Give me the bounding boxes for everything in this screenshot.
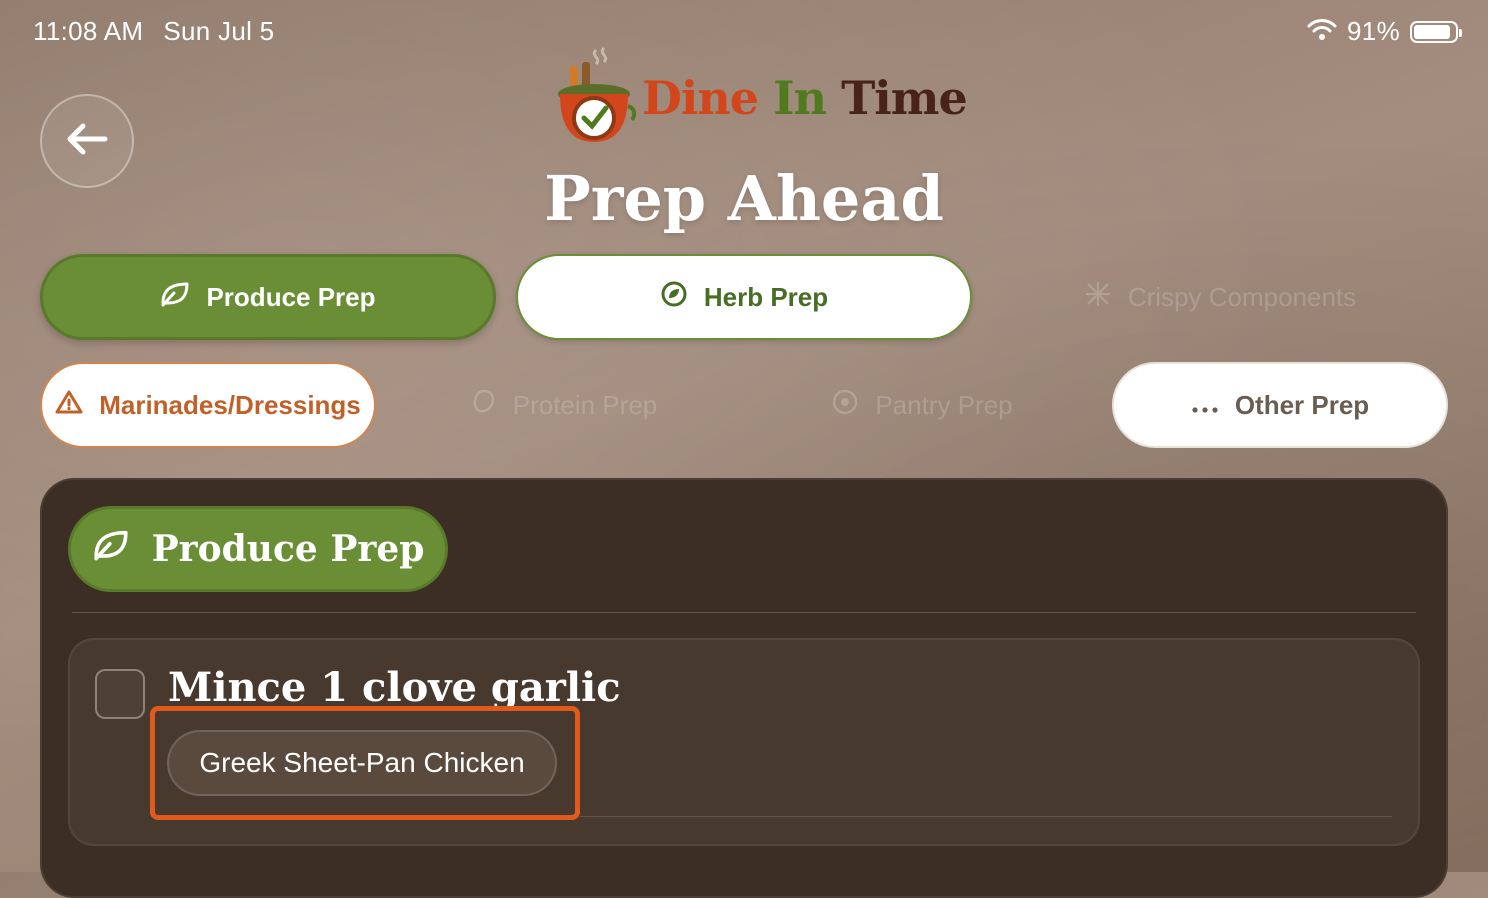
tab-produce-prep[interactable]: Produce Prep: [40, 254, 496, 340]
recipe-tag[interactable]: Greek Sheet-Pan Chicken: [167, 730, 557, 796]
task-checkbox[interactable]: [95, 669, 145, 719]
herb-icon: [660, 280, 688, 315]
cooking-pot-clock-icon: [558, 46, 637, 142]
leaf-icon: [160, 281, 190, 314]
logo-word-dine: Dine: [642, 71, 759, 125]
protein-icon: [471, 388, 497, 423]
status-bar-right: 91%: [1307, 16, 1462, 47]
section-title: Produce Prep: [151, 528, 425, 570]
tab-marinades-dressings-label: Marinades/Dressings: [99, 389, 361, 420]
tab-herb-prep-label: Herb Prep: [703, 281, 829, 312]
arrow-left-icon: [65, 122, 109, 161]
tab-pantry-prep-label: Pantry Prep: [875, 389, 1013, 420]
status-date: Sun Jul 5: [163, 16, 275, 46]
pantry-icon: [831, 388, 859, 423]
tab-herb-prep[interactable]: Herb Prep: [516, 254, 972, 340]
task-title: Mince 1 clove garlic: [168, 664, 621, 711]
tab-pantry-prep[interactable]: Pantry Prep: [752, 362, 1092, 448]
warning-icon: [55, 389, 83, 422]
logo-wordmark: Dine In Time: [642, 71, 968, 125]
tab-crispy-components[interactable]: Crispy Components: [992, 254, 1448, 340]
tab-protein-prep-label: Protein Prep: [512, 389, 658, 420]
wifi-icon: [1307, 16, 1337, 47]
tab-protein-prep[interactable]: Protein Prep: [396, 362, 732, 448]
battery-icon: [1410, 20, 1462, 43]
battery-percent: 91%: [1347, 16, 1400, 46]
crispy-icon: [1084, 280, 1112, 315]
tab-marinades-dressings[interactable]: Marinades/Dressings: [40, 362, 376, 448]
tab-other-prep-label: Other Prep: [1234, 389, 1370, 420]
status-bar-left: 11:08 AM Sun Jul 5: [33, 16, 274, 47]
task-card-divider: [580, 816, 1392, 817]
logo-word-in: In: [773, 71, 827, 125]
tab-other-prep[interactable]: Other Prep: [1112, 362, 1448, 448]
page-title: Prep Ahead: [544, 162, 944, 235]
more-dots-icon: [1191, 390, 1219, 421]
section-header-produce-prep: Produce Prep: [68, 506, 448, 592]
app-logo: Dine In Time: [548, 46, 968, 150]
leaf-icon: [92, 528, 130, 570]
status-time: 11:08 AM: [33, 16, 144, 46]
tab-produce-prep-label: Produce Prep: [206, 281, 376, 312]
logo-word-time: Time: [841, 71, 968, 125]
section-divider: [72, 612, 1416, 613]
tab-crispy-components-label: Crispy Components: [1127, 281, 1357, 312]
